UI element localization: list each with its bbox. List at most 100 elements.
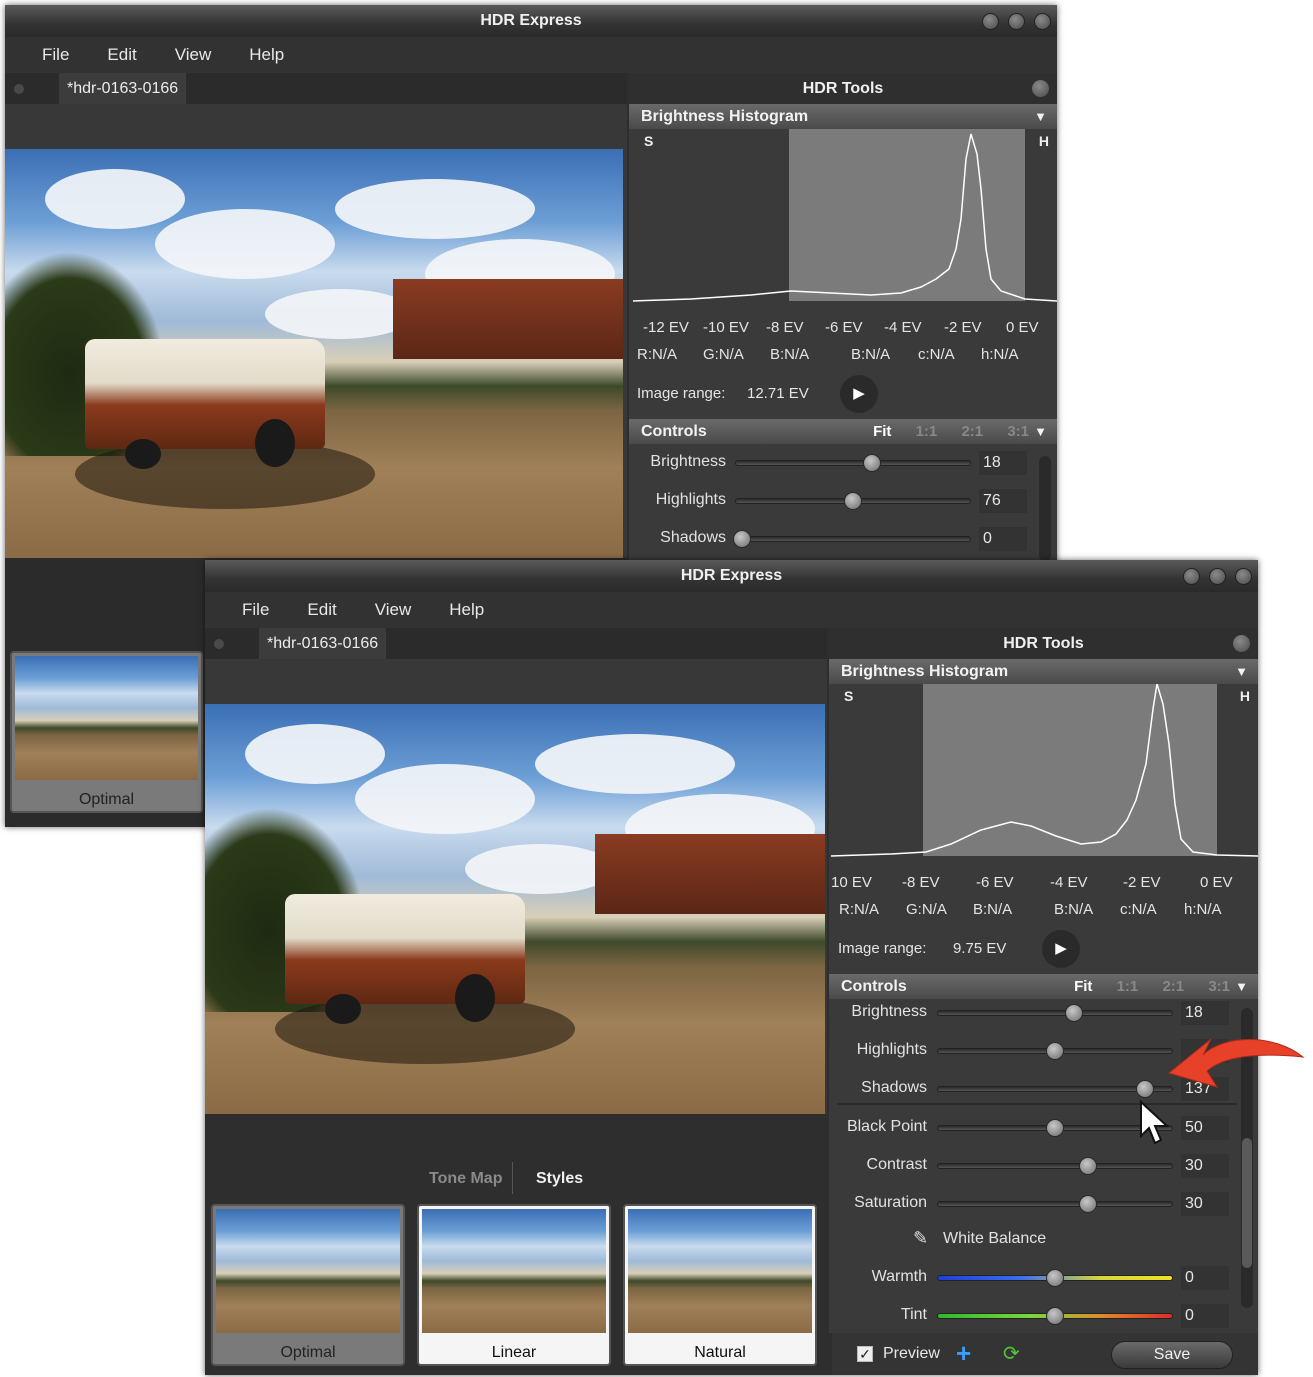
image-range-label: Image range: — [838, 940, 927, 957]
preview-label: Preview — [883, 1345, 940, 1362]
zoom-1-1[interactable]: 1:1 — [1117, 978, 1139, 995]
control-label: Shadows — [861, 1079, 927, 1096]
control-slider-knob[interactable] — [862, 454, 881, 472]
scrollbar-thumb[interactable] — [1242, 1138, 1252, 1268]
document-tab-strip: *hdr-0163-0166 — [205, 628, 827, 659]
document-tab[interactable]: *hdr-0163-0166 — [259, 628, 387, 659]
menu-edit[interactable]: Edit — [307, 600, 336, 620]
control-label: Shadows — [660, 529, 726, 546]
zoom-2-1[interactable]: 2:1 — [1162, 978, 1184, 995]
tab-close-icon[interactable] — [14, 84, 24, 94]
control-slider-knob[interactable] — [1064, 1004, 1083, 1022]
panel-close-icon[interactable] — [1032, 80, 1049, 97]
zoom-3-1[interactable]: 3:1 — [1208, 978, 1230, 995]
maximize-button[interactable] — [1209, 568, 1226, 585]
maximize-button[interactable] — [1008, 13, 1025, 30]
zoom-3-1[interactable]: 3:1 — [1007, 423, 1029, 440]
zoom-fit[interactable]: Fit — [873, 423, 891, 440]
color-control-slider-knob[interactable] — [1046, 1269, 1064, 1287]
control-label: Black Point — [846, 1118, 927, 1135]
brightness-histogram: S H — [831, 684, 1258, 862]
histogram-section-header[interactable]: Brightness Histogram ▼ — [829, 659, 1258, 684]
color-control-label: Warmth — [871, 1268, 927, 1285]
menu-file[interactable]: File — [242, 600, 269, 620]
control-slider-track[interactable] — [735, 460, 971, 466]
brightness-histogram: S H — [631, 129, 1057, 307]
histogram-curve — [632, 133, 1057, 302]
menu-help[interactable]: Help — [249, 45, 284, 65]
controls-section-header[interactable]: Controls Fit 1:1 2:1 3:1 ▼ — [629, 419, 1057, 444]
color-control-value[interactable]: 0 — [1181, 1266, 1229, 1290]
color-control-value[interactable]: 0 — [1181, 1304, 1229, 1328]
thumbnail-label: Linear — [491, 1344, 537, 1361]
control-value[interactable]: 50 — [1181, 1116, 1229, 1140]
styles-area: Tone Map Styles Optimal Linear Natural — [205, 1114, 827, 1375]
control-value[interactable]: 76 — [979, 489, 1027, 513]
menu-bar: File Edit View Help — [5, 37, 1057, 73]
hdr-tools-panel: HDR Tools Brightness Histogram ▼ S H -12 … — [629, 73, 1057, 561]
zoom-fit[interactable]: Fit — [1074, 978, 1092, 995]
control-slider-knob[interactable] — [844, 492, 862, 510]
white-balance-label: White Balance — [943, 1230, 1047, 1247]
thumbnail-photo — [422, 1209, 606, 1333]
menu-view[interactable]: View — [375, 600, 412, 620]
zoom-1-1[interactable]: 1:1 — [916, 423, 938, 440]
zoom-2-1[interactable]: 2:1 — [961, 423, 983, 440]
control-slider-knob[interactable] — [1135, 1080, 1154, 1098]
tab-styles[interactable]: Styles — [536, 1170, 583, 1188]
window-title: HDR Express — [480, 12, 582, 29]
control-slider-knob[interactable] — [733, 530, 752, 548]
thumbnail-linear[interactable]: Linear — [417, 1204, 611, 1366]
control-value[interactable]: 30 — [1181, 1192, 1229, 1216]
controls-section-header[interactable]: Controls Fit 1:1 2:1 3:1 ▼ — [829, 974, 1258, 999]
menu-help[interactable]: Help — [449, 600, 484, 620]
control-slider-knob[interactable] — [1079, 1195, 1098, 1213]
thumbnail-natural[interactable]: Natural — [623, 1204, 817, 1366]
tab-tone-map[interactable]: Tone Map — [429, 1170, 502, 1188]
control-slider-knob[interactable] — [1046, 1119, 1064, 1137]
controls-scrollbar[interactable] — [1039, 456, 1051, 561]
color-control-label: Tint — [900, 1306, 927, 1323]
control-label: Highlights — [856, 1041, 927, 1058]
menu-edit[interactable]: Edit — [107, 45, 136, 65]
close-button[interactable] — [1235, 568, 1252, 585]
tab-close-icon[interactable] — [214, 639, 224, 649]
histogram-section-header[interactable]: Brightness Histogram ▼ — [629, 104, 1057, 129]
panel-footer: ✓ Preview + ⟳ Save — [832, 1333, 1258, 1375]
control-slider-track[interactable] — [937, 1010, 1173, 1016]
thumbnail-optimal[interactable]: Optimal — [211, 1204, 405, 1366]
thumbnail-optimal[interactable]: Optimal — [10, 651, 203, 813]
menu-view[interactable]: View — [175, 45, 212, 65]
document-tab[interactable]: *hdr-0163-0166 — [59, 73, 187, 104]
control-slider-track[interactable] — [937, 1163, 1173, 1169]
control-value[interactable]: 0 — [979, 527, 1027, 551]
minimize-button[interactable] — [982, 13, 999, 30]
add-style-plus-icon[interactable]: + — [956, 1338, 971, 1369]
preview-checkbox[interactable]: ✓ — [857, 1346, 873, 1362]
thumbnail-label: Natural — [694, 1344, 746, 1361]
play-icon[interactable]: ▶ — [1042, 930, 1080, 968]
hdr-photo — [5, 149, 623, 558]
color-control-slider-knob[interactable] — [1046, 1307, 1064, 1325]
eyedropper-icon[interactable]: ✎ — [913, 1228, 928, 1249]
image-canvas — [5, 104, 627, 558]
thumbnail-photo — [216, 1209, 400, 1333]
control-value[interactable]: 30 — [1181, 1154, 1229, 1178]
menu-bar: File Edit View Help — [205, 592, 1258, 628]
close-button[interactable] — [1034, 13, 1051, 30]
image-canvas — [205, 659, 827, 1114]
control-label: Highlights — [655, 491, 726, 508]
control-slider-track[interactable] — [937, 1201, 1173, 1207]
refresh-icon[interactable]: ⟳ — [1003, 1341, 1020, 1366]
control-value[interactable]: 18 — [1181, 1001, 1229, 1025]
menu-file[interactable]: File — [42, 45, 69, 65]
panel-close-icon[interactable] — [1233, 635, 1250, 652]
thumbnail-photo — [15, 656, 198, 780]
play-icon[interactable]: ▶ — [840, 375, 878, 413]
control-slider-knob[interactable] — [1046, 1042, 1064, 1060]
control-slider-knob[interactable] — [1079, 1157, 1098, 1175]
save-button[interactable]: Save — [1111, 1341, 1233, 1369]
control-slider-track[interactable] — [735, 536, 971, 542]
minimize-button[interactable] — [1183, 568, 1200, 585]
control-value[interactable]: 18 — [979, 451, 1027, 475]
